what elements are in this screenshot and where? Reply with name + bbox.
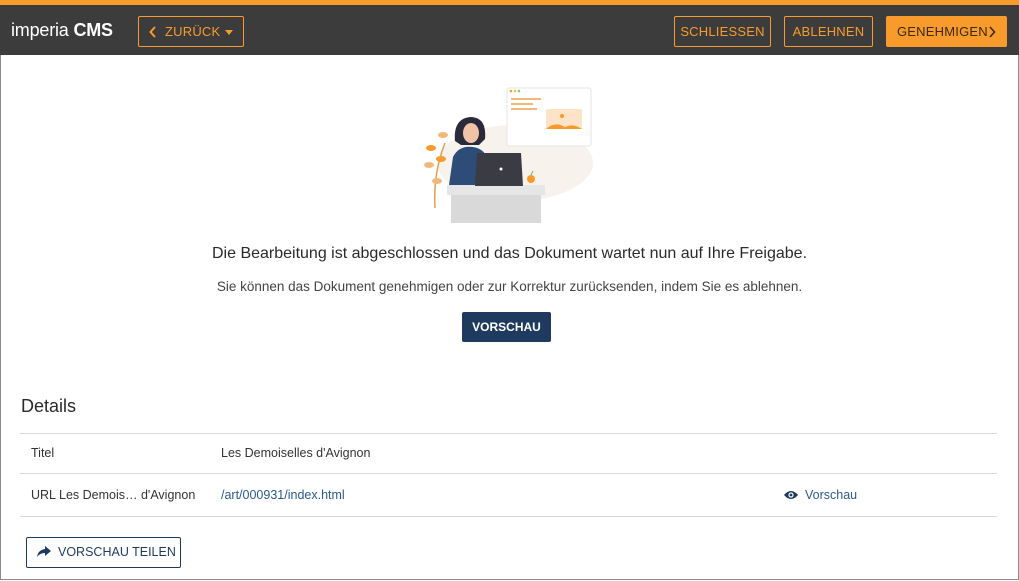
title-label: Titel xyxy=(31,446,55,460)
back-button-label: ZURÜCK xyxy=(165,24,221,39)
logo-bold: CMS xyxy=(73,20,113,40)
divider xyxy=(20,516,997,517)
caret-down-icon[interactable] xyxy=(225,30,233,35)
status-message: Die Bearbeitung ist abgeschlossen und da… xyxy=(211,245,808,262)
url-label: URL Les Demois… d'Avignon xyxy=(31,488,196,502)
title-value: Les Demoiselles d'Avignon xyxy=(221,446,371,460)
close-button[interactable]: SCHLIESSEN xyxy=(674,16,771,47)
url-link[interactable]: /art/000931/index.html xyxy=(221,488,345,502)
approve-button-label: GENEHMIGEN xyxy=(897,24,988,39)
share-arrow-icon xyxy=(37,546,51,557)
status-submessage: Sie können das Dokument genehmigen oder … xyxy=(216,279,803,294)
top-bar: imperia CMS ZURÜCK SCHLIESSEN ABLEHNEN G… xyxy=(0,0,1019,55)
preview-button[interactable]: VORSCHAU xyxy=(462,312,551,342)
chevron-left-icon xyxy=(149,26,156,38)
chevron-right-icon xyxy=(989,26,996,38)
logo: imperia CMS xyxy=(11,20,113,41)
divider xyxy=(20,473,997,474)
share-preview-label: VORSCHAU TEILEN xyxy=(58,545,176,559)
divider xyxy=(20,433,997,434)
url-preview-link[interactable]: Vorschau xyxy=(805,488,857,502)
logo-light: imperia xyxy=(11,20,69,40)
eye-icon[interactable] xyxy=(783,489,799,501)
back-button[interactable]: ZURÜCK xyxy=(138,16,244,47)
workspace-illustration xyxy=(424,87,593,223)
approve-button[interactable]: GENEHMIGEN xyxy=(886,16,1007,47)
reject-button[interactable]: ABLEHNEN xyxy=(784,16,873,47)
share-preview-button[interactable]: VORSCHAU TEILEN xyxy=(26,537,181,568)
details-heading: Details xyxy=(21,396,77,416)
